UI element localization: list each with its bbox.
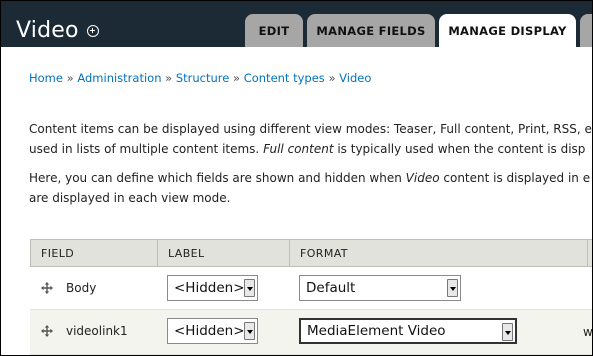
format-select-value: Default [306,280,356,296]
help-text: used in lists of multiple content items. [29,142,264,156]
drag-handle-icon[interactable] [41,282,53,294]
label-select[interactable]: <Hidden> [167,318,258,344]
dropdown-arrow-icon[interactable] [244,322,255,340]
help-line: Here, you can define which fields are sh… [29,168,592,188]
page-title: Video [16,18,79,43]
tab-edit[interactable]: EDIT [245,14,303,47]
page-header: Video EDIT MANAGE FIELDS MANAGE DISPLAY [1,1,592,47]
help-text: Here, you can define which fields are sh… [29,171,406,185]
dropdown-arrow-icon[interactable] [447,279,458,297]
table-row: Body <Hidden> Default [30,267,592,310]
column-header-format: FORMAT [289,240,591,266]
breadcrumb-video[interactable]: Video [339,71,371,85]
format-select-value: MediaElement Video [307,323,446,339]
plus-circle-icon[interactable] [87,25,99,37]
format-summary-partial: w [583,325,592,339]
breadcrumb: Home » Administration » Structure » Cont… [29,71,371,85]
help-text-view-modes: Content items can be displayed using dif… [29,119,592,159]
help-text-fields: Here, you can define which fields are sh… [29,168,592,208]
help-emphasis: Video [405,171,440,185]
format-select[interactable]: Default [299,275,461,301]
column-header-label: LABEL [157,240,289,266]
tab-next-partial[interactable] [580,14,592,47]
page-frame: Video EDIT MANAGE FIELDS MANAGE DISPLAY … [1,1,592,355]
drag-handle-icon[interactable] [41,325,53,337]
breadcrumb-home[interactable]: Home [29,71,63,85]
breadcrumb-separator: » [66,71,74,85]
help-emphasis: Full content [263,142,334,156]
breadcrumb-separator: » [165,71,173,85]
help-line: are displayed in each view mode. [29,191,231,205]
breadcrumb-structure[interactable]: Structure [176,71,230,85]
tab-manage-display[interactable]: MANAGE DISPLAY [439,14,576,47]
field-name: videolink1 [66,324,128,338]
help-text: is typically used when the content is di… [333,142,586,156]
tab-manage-fields[interactable]: MANAGE FIELDS [307,14,435,47]
breadcrumb-administration[interactable]: Administration [77,71,161,85]
format-select[interactable]: MediaElement Video [299,318,517,344]
help-text: content is displayed in e [439,171,591,185]
table-header: FIELD LABEL FORMAT [30,239,592,267]
breadcrumb-content-types[interactable]: Content types [244,71,325,85]
column-header-field: FIELD [41,247,75,260]
breadcrumb-separator: » [233,71,241,85]
label-select[interactable]: <Hidden> [167,275,258,301]
table-row: videolink1 <Hidden> MediaElement Video w [30,310,592,355]
label-select-value: <Hidden> [174,280,245,296]
field-name: Body [66,281,97,295]
dropdown-arrow-icon[interactable] [244,279,255,297]
help-line: Content items can be displayed using dif… [29,122,592,136]
breadcrumb-separator: » [328,71,336,85]
label-select-value: <Hidden> [174,323,245,339]
dropdown-arrow-icon[interactable] [502,323,513,341]
column-header-partial [587,240,592,266]
help-line: used in lists of multiple content items.… [29,139,592,159]
